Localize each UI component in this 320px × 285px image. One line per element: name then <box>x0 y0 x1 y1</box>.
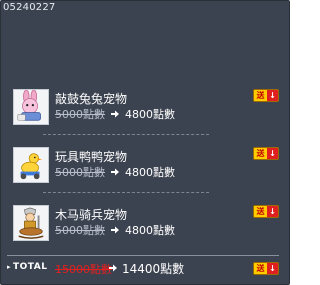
total-old-price: 15000點數 <box>55 263 112 276</box>
arrow-right-icon <box>111 110 119 118</box>
new-price: 4800點數 <box>125 108 175 121</box>
cart-item: 敲鼓兔兔宠物 5000點數 4800點數 送 ↓ <box>13 87 279 127</box>
price-row: 5000點數 4800點數 <box>55 107 175 121</box>
arrow-right-icon <box>111 226 119 234</box>
gift-icon: 送 <box>254 90 267 101</box>
item-separator <box>43 192 209 193</box>
cart-panel: 05240227 敲鼓兔兔宠物 5000點數 4800點數 送 ↓ 玩具鸭鸭宠物… <box>0 0 290 285</box>
total-divider <box>7 255 279 256</box>
arrow-right-icon <box>109 264 117 272</box>
item-name: 玩具鸭鸭宠物 <box>55 150 128 164</box>
toy-duck-pet-icon <box>13 147 49 183</box>
old-price: 5000點數 <box>55 224 105 237</box>
arrow-right-icon <box>111 168 119 176</box>
gift-button[interactable]: 送 ↓ <box>253 147 279 160</box>
down-arrow-icon: ↓ <box>267 263 278 274</box>
old-price: 5000點數 <box>55 108 105 121</box>
down-arrow-icon: ↓ <box>267 148 278 159</box>
pink-rabbit-drummer-pet-icon <box>13 89 49 125</box>
total-new-price: 14400點數 <box>122 262 185 276</box>
gift-icon: 送 <box>254 148 267 159</box>
total-row: ▸ TOTAL 15000點數 14400點數 送 ↓ <box>7 260 279 276</box>
item-name: 木马骑兵宠物 <box>55 208 128 222</box>
new-price: 4800點數 <box>125 224 175 237</box>
price-row: 5000點數 4800點數 <box>55 165 175 179</box>
price-row: 5000點數 4800點數 <box>55 223 175 237</box>
down-arrow-icon: ↓ <box>267 90 278 101</box>
item-separator <box>43 134 209 135</box>
bullet-arrow-icon: ▸ <box>7 263 12 271</box>
gift-button[interactable]: 送 ↓ <box>253 89 279 102</box>
rocking-horse-knight-pet-icon <box>13 205 49 241</box>
gift-icon: 送 <box>254 263 267 274</box>
cart-item: 玩具鸭鸭宠物 5000點數 4800點數 送 ↓ <box>13 145 279 185</box>
gift-button[interactable]: 送 ↓ <box>253 205 279 218</box>
gift-all-button[interactable]: 送 ↓ <box>253 262 279 275</box>
old-price: 5000點數 <box>55 166 105 179</box>
gift-icon: 送 <box>254 206 267 217</box>
total-label-text: TOTAL <box>13 262 48 272</box>
panel-id-text: 05240227 <box>3 2 56 13</box>
cart-item: 木马骑兵宠物 5000點數 4800點數 送 ↓ <box>13 203 279 243</box>
item-name: 敲鼓兔兔宠物 <box>55 92 128 106</box>
total-label: ▸ TOTAL <box>7 262 47 272</box>
new-price: 4800點數 <box>125 166 175 179</box>
down-arrow-icon: ↓ <box>267 206 278 217</box>
